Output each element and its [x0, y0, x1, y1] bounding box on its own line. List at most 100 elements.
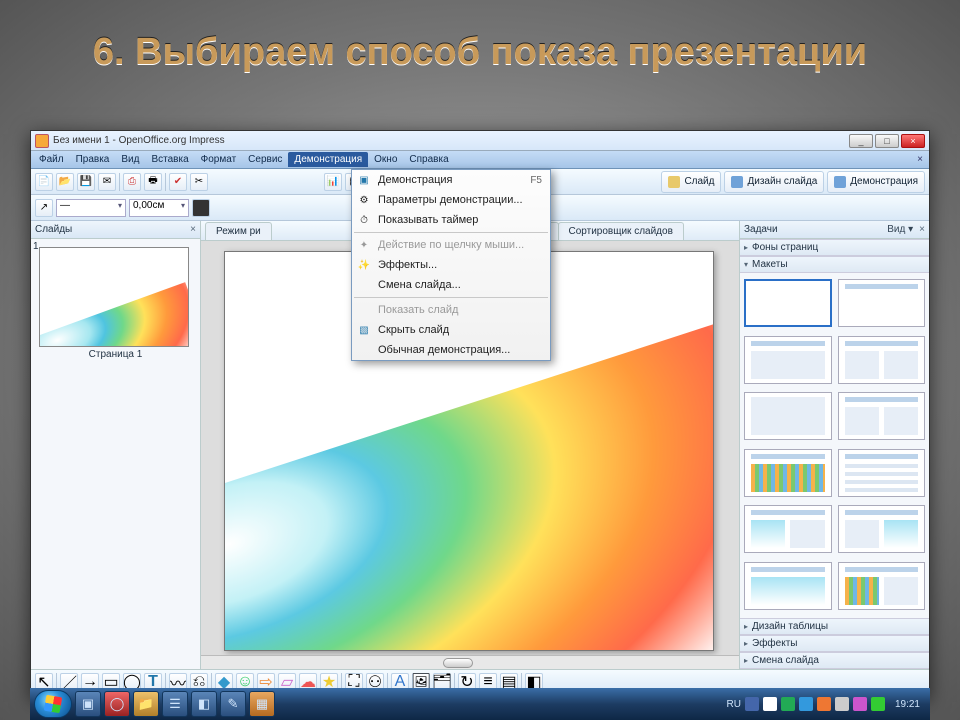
- tasks-title: Задачи: [744, 224, 778, 235]
- menu-item-hide-slide[interactable]: ▧ Скрыть слайд: [352, 320, 550, 340]
- taskbar-explorer[interactable]: ▣: [75, 691, 101, 717]
- menu-insert[interactable]: Вставка: [145, 152, 194, 167]
- section-layouts-label: Макеты: [752, 259, 788, 270]
- menu-item-custom-show-label: Обычная демонстрация...: [378, 344, 510, 356]
- slide-thumb-label: Страница 1: [31, 349, 200, 360]
- view-tab-sorter[interactable]: Сортировщик слайдов: [558, 222, 684, 240]
- taskbar-folder[interactable]: 📁: [133, 691, 159, 717]
- cursor-icon: ✦: [356, 237, 372, 253]
- layout-content-only[interactable]: [744, 392, 832, 440]
- menu-item-settings[interactable]: ⚙ Параметры демонстрации...: [352, 190, 550, 210]
- section-backgrounds-label: Фоны страниц: [752, 242, 818, 253]
- tray-lang[interactable]: RU: [727, 699, 741, 710]
- slide-design-label: Дизайн слайда: [747, 176, 817, 187]
- print-button[interactable]: 🖶: [144, 173, 162, 191]
- section-layouts[interactable]: ▾Макеты: [740, 256, 929, 273]
- tasks-close[interactable]: ×: [919, 224, 925, 235]
- layout-blank[interactable]: [744, 279, 832, 327]
- taskbar-impress[interactable]: ▦: [249, 691, 275, 717]
- chart-button[interactable]: 📊: [324, 173, 342, 191]
- line-width-input[interactable]: 0,00см: [129, 199, 189, 217]
- taskbar-writer[interactable]: ✎: [220, 691, 246, 717]
- menu-item-effects-label: Эффекты...: [378, 259, 437, 271]
- menu-item-presentation-shortcut: F5: [530, 175, 542, 186]
- section-effects[interactable]: ▸Эффекты: [740, 635, 929, 652]
- menu-window[interactable]: Окно: [368, 152, 403, 167]
- arrow-tool[interactable]: ↗: [35, 199, 53, 217]
- layout-pic-2[interactable]: [838, 505, 926, 553]
- menu-item-transition[interactable]: Смена слайда...: [352, 275, 550, 295]
- menu-format[interactable]: Формат: [195, 152, 243, 167]
- slideshow-run-label: Демонстрация: [850, 176, 918, 187]
- document-close-button[interactable]: ×: [913, 154, 927, 165]
- editor-horizontal-scrollbar[interactable]: [201, 655, 739, 669]
- window-maximize-button[interactable]: □: [875, 134, 899, 148]
- menu-item-interaction-label: Действие по щелчку мыши...: [378, 239, 524, 251]
- layout-title-content[interactable]: [744, 336, 832, 384]
- layout-chart-1[interactable]: [744, 449, 832, 497]
- new-button[interactable]: 📄: [35, 173, 53, 191]
- slides-panel-close[interactable]: ×: [190, 224, 196, 235]
- star-icon: ✨: [356, 257, 372, 273]
- taskbar-app1[interactable]: ☰: [162, 691, 188, 717]
- open-button[interactable]: 📂: [56, 173, 74, 191]
- line-style-dropdown[interactable]: —: [56, 199, 126, 217]
- section-transition[interactable]: ▸Смена слайда: [740, 652, 929, 669]
- menu-item-custom-show[interactable]: Обычная демонстрация...: [352, 340, 550, 360]
- spellcheck-button[interactable]: ✔: [169, 173, 187, 191]
- window-close-button[interactable]: ×: [901, 134, 925, 148]
- layout-two-content[interactable]: [838, 336, 926, 384]
- mail-button[interactable]: ✉: [98, 173, 116, 191]
- tray-cloud-icon[interactable]: [763, 697, 777, 711]
- export-pdf-button[interactable]: ⎙: [123, 173, 141, 191]
- tray-misc-icon[interactable]: [853, 697, 867, 711]
- tray-flag-icon[interactable]: [745, 697, 759, 711]
- hide-icon: ▧: [356, 322, 372, 338]
- menu-item-presentation[interactable]: ▣ Демонстрация F5: [352, 170, 550, 190]
- tray-eject-icon[interactable]: [781, 697, 795, 711]
- slide-thumbnail-1[interactable]: [39, 247, 189, 347]
- line-color-button[interactable]: [192, 199, 210, 217]
- section-transition-label: Смена слайда: [752, 655, 819, 666]
- cut-button[interactable]: ✂: [190, 173, 208, 191]
- tray-shield-icon[interactable]: [871, 697, 885, 711]
- layout-title[interactable]: [838, 279, 926, 327]
- menu-edit[interactable]: Правка: [70, 152, 116, 167]
- menu-help[interactable]: Справка: [403, 152, 454, 167]
- tasks-header: Задачи Вид ▾ ×: [740, 221, 929, 239]
- menu-item-effects[interactable]: ✨ Эффекты...: [352, 255, 550, 275]
- menu-item-settings-label: Параметры демонстрации...: [378, 194, 523, 206]
- view-tab-normal[interactable]: Режим ри: [205, 222, 272, 240]
- start-button[interactable]: [34, 690, 72, 718]
- menu-file[interactable]: Файл: [33, 152, 70, 167]
- layout-chart-2[interactable]: [838, 562, 926, 610]
- menu-view[interactable]: Вид: [115, 152, 145, 167]
- tray-volume-icon[interactable]: [835, 697, 849, 711]
- tray-network-icon[interactable]: [799, 697, 813, 711]
- section-table-design[interactable]: ▸Дизайн таблицы: [740, 618, 929, 635]
- tray-app-icon[interactable]: [817, 697, 831, 711]
- menu-slideshow[interactable]: Демонстрация: [288, 152, 368, 167]
- layout-title-two[interactable]: [838, 392, 926, 440]
- section-backgrounds[interactable]: ▸Фоны страниц: [740, 239, 929, 256]
- impress-window: Без имени 1 - OpenOffice.org Impress _ □…: [30, 130, 930, 698]
- slideshow-run-button[interactable]: Демонстрация: [827, 171, 925, 193]
- slide-thumb-number: 1: [33, 241, 39, 252]
- taskbar-app2[interactable]: ◧: [191, 691, 217, 717]
- menu-bar: Файл Правка Вид Вставка Формат Сервис Де…: [31, 151, 929, 169]
- tasks-view-menu[interactable]: Вид ▾: [887, 224, 913, 235]
- layout-pic-3[interactable]: [744, 562, 832, 610]
- layout-pic-1[interactable]: [744, 505, 832, 553]
- layout-table[interactable]: [838, 449, 926, 497]
- menu-item-timer[interactable]: ⏱ Показывать таймер: [352, 210, 550, 230]
- slides-panel-title: Слайды: [35, 224, 72, 235]
- menu-tools[interactable]: Сервис: [242, 152, 288, 167]
- slide-button[interactable]: Слайд: [661, 171, 721, 193]
- windows-taskbar: ▣ ◯ 📁 ☰ ◧ ✎ ▦ RU 19:21: [30, 688, 930, 720]
- tray-clock[interactable]: 19:21: [895, 699, 920, 710]
- menu-item-timer-label: Показывать таймер: [378, 214, 478, 226]
- window-minimize-button[interactable]: _: [849, 134, 873, 148]
- save-button[interactable]: 💾: [77, 173, 95, 191]
- taskbar-browser[interactable]: ◯: [104, 691, 130, 717]
- slide-design-button[interactable]: Дизайн слайда: [724, 171, 824, 193]
